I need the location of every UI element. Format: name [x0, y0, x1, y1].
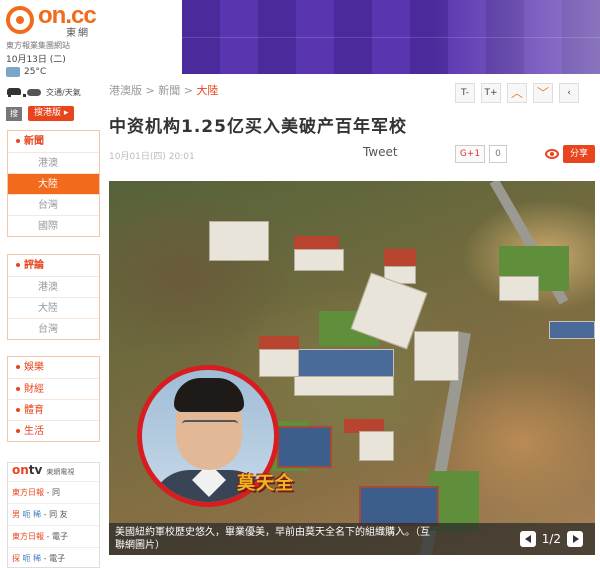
building [414, 331, 459, 381]
weather-readout[interactable]: 25°C [6, 67, 46, 77]
article-date: 10月01日(四) 20:01 [109, 152, 195, 162]
ontv-item[interactable]: 探 呃 稀 - 電子 [8, 547, 99, 567]
breadcrumb: 港澳版 > 新聞 > 大陸 [109, 82, 218, 98]
search-row: 搜 搜港版 ▸ [6, 106, 75, 121]
font-increase-button[interactable]: T+ [481, 83, 501, 103]
photo-caption-bar: 美國紐約軍校歷史悠久，畢業優美，早前由莫天全名下的組織購入。（互聯網圖片） 1/… [109, 523, 595, 555]
font-decrease-button[interactable]: T- [455, 83, 475, 103]
site-logo[interactable]: on.cc 東網 [4, 2, 104, 40]
nav-item-mainland[interactable]: 大陸 [8, 173, 99, 194]
site-slogan: 東方報業集團網站 [6, 41, 70, 50]
article-meta: 10月01日(四) 20:01 Tweet G+1 0 分享 [109, 145, 595, 165]
building [209, 221, 269, 261]
logo-subtitle: 東網 [66, 28, 90, 39]
car-icon [6, 86, 26, 98]
ad-banner[interactable] [182, 0, 600, 74]
building [499, 276, 539, 301]
ontv-item[interactable]: 東方日報 - 電子 [8, 525, 99, 547]
tennis-court [359, 486, 439, 526]
search-toggle[interactable]: 搜 [6, 106, 22, 121]
search-button[interactable]: 搜港版 ▸ [28, 106, 75, 121]
tweet-button[interactable]: Tweet [363, 145, 398, 159]
nav-item-lifestyle[interactable]: 生活 [8, 420, 99, 441]
tennis-court [277, 426, 332, 468]
building [359, 431, 394, 461]
share-button[interactable]: 分享 [563, 145, 595, 163]
nav-item-comm-hk[interactable]: 港澳 [8, 276, 99, 297]
weather-icon [6, 67, 20, 77]
ontv-item[interactable]: 男 呃 稀 - 同 友 [8, 503, 99, 525]
article-tools: T- T+ ︿ ﹀ ‹ [455, 83, 579, 103]
portrait-name-tag: 莫天全 [237, 473, 294, 494]
cloud-icon [26, 86, 42, 98]
building-roof [259, 336, 299, 350]
gym-roof [294, 349, 394, 379]
ontv-item[interactable]: 東方日報 - 同 [8, 481, 99, 503]
building [259, 349, 299, 377]
scroll-down-icon[interactable]: ﹀ [533, 83, 553, 103]
nav-item-sports[interactable]: 體育 [8, 399, 99, 420]
back-icon[interactable]: ‹ [559, 83, 579, 103]
photo-pager: 1/2 [519, 531, 583, 547]
ontv-logo: ontv [12, 463, 43, 477]
article-title: 中资机构1.25亿买入美破产百年军校 [109, 117, 407, 137]
logo-mark-icon [6, 6, 34, 34]
article-photo[interactable]: 莫天全 美國紐約軍校歷史悠久，畢業優美，早前由莫天全名下的組織購入。（互聯網圖片… [109, 181, 595, 555]
scroll-up-icon[interactable]: ︿ [507, 83, 527, 103]
nav-item-taiwan[interactable]: 台灣 [8, 194, 99, 215]
nav-head-news[interactable]: 新聞 [8, 131, 99, 152]
ontv-box: ontv 東網電視 東方日報 - 同 男 呃 稀 - 同 友 東方日報 - 電子… [7, 462, 100, 568]
traffic-weather-link[interactable]: 交通/天氣 [6, 86, 81, 98]
nav-item-finance[interactable]: 財經 [8, 378, 99, 399]
breadcrumb-item-hk[interactable]: 港澳版 [109, 84, 142, 97]
gplus-count: 0 [489, 145, 507, 163]
nav-item-comm-taiwan[interactable]: 台灣 [8, 318, 99, 339]
nav-commentary: 評論 港澳 大陸 台灣 [7, 254, 100, 340]
nav-sections: 娛樂 財經 體育 生活 [7, 356, 100, 442]
building [294, 249, 344, 271]
nav-news: 新聞 港澳 大陸 台灣 國際 [7, 130, 100, 237]
photo-caption: 美國紐約軍校歷史悠久，畢業優美，早前由莫天全名下的組織購入。（互聯網圖片） [115, 527, 430, 551]
breadcrumb-item-mainland[interactable]: 大陸 [196, 84, 218, 97]
nav-item-comm-mainland[interactable]: 大陸 [8, 297, 99, 318]
ontv-header[interactable]: ontv 東網電視 [8, 463, 99, 481]
nav-item-entertainment[interactable]: 娛樂 [8, 357, 99, 378]
nav-head-commentary[interactable]: 評論 [8, 255, 99, 276]
current-date: 10月13日 (二) [6, 55, 66, 65]
temperature: 25°C [24, 67, 47, 77]
building-roof [384, 249, 416, 267]
nav-item-intl[interactable]: 國際 [8, 215, 99, 236]
eye-icon [545, 149, 559, 159]
ontv-subtitle: 東網電視 [46, 468, 75, 476]
gplus-button[interactable]: G+1 [455, 145, 485, 163]
prev-photo-icon[interactable] [519, 531, 536, 547]
building-roof [294, 236, 339, 250]
breadcrumb-separator: > [180, 84, 197, 97]
next-photo-icon[interactable] [567, 531, 583, 547]
nav-item-hk[interactable]: 港澳 [8, 152, 99, 173]
traffic-label: 交通/天氣 [46, 87, 81, 97]
breadcrumb-separator: > [142, 84, 159, 97]
photo-page-indicator: 1/2 [541, 532, 561, 546]
building-roof [549, 321, 595, 339]
breadcrumb-item-news[interactable]: 新聞 [158, 84, 180, 97]
building [294, 376, 394, 396]
